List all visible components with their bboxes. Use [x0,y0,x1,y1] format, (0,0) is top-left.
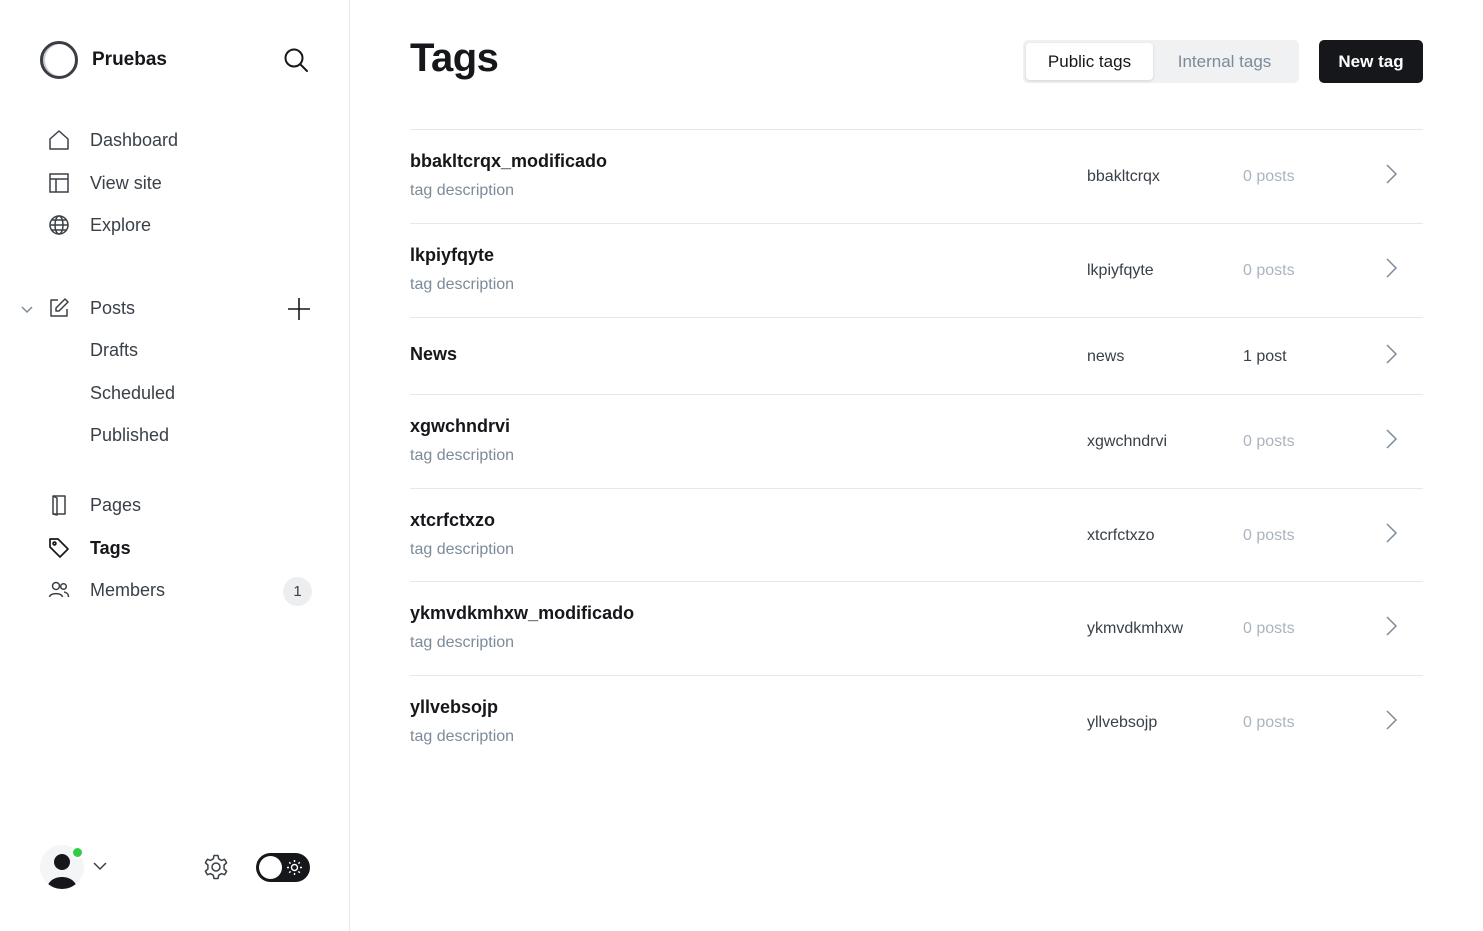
chevron-down-icon[interactable] [18,300,36,318]
tag-row[interactable]: yllvebsojp tag description yllvebsojp 0 … [410,675,1423,769]
user-menu-chevron-icon[interactable] [92,858,108,874]
chevron-right-icon [1380,257,1402,279]
nav-posts[interactable]: Posts [46,291,135,325]
nav-dashboard-label: Dashboard [90,129,179,150]
tag-post-count: 0 posts [1243,168,1295,185]
tag-description: tag description [410,634,515,651]
sidebar: Pruebas Dashboard View site Explore Post… [0,0,350,931]
tab-internal-tags[interactable]: Internal tags [1153,43,1296,80]
tag-description: tag description [410,447,515,464]
tag-description: tag description [410,728,515,745]
members-count-badge: 1 [283,577,312,606]
page-icon [46,492,72,518]
theme-toggle[interactable] [256,853,310,882]
tag-post-count: 0 posts [1243,620,1295,637]
nav-view-site-label: View site [90,172,162,193]
tag-row[interactable]: bbakltcrqx_modificado tag description bb… [410,129,1423,223]
tag-post-count: 0 posts [1243,714,1295,731]
page-title: Tags [410,36,499,80]
nav-posts-label: Posts [90,297,136,318]
tag-row[interactable]: xtcrfctxzo tag description xtcrfctxzo 0 … [410,488,1423,581]
theme-toggle-knob [259,856,282,879]
brand-name: Pruebas [92,49,167,70]
nav-pages[interactable]: Pages [46,488,141,522]
online-status-dot [71,846,84,859]
gear-icon[interactable] [202,853,230,881]
members-icon [46,577,72,603]
edit-icon [46,295,72,321]
brand[interactable]: Pruebas [40,40,167,80]
tag-description: tag description [410,182,515,199]
tag-name: News [410,344,458,364]
chevron-right-icon [1380,428,1402,450]
tag-post-count: 0 posts [1243,527,1295,544]
nav-members-label: Members [90,579,166,600]
nav-members[interactable]: Members [46,573,165,607]
nav-explore[interactable]: Explore [46,208,151,242]
tag-slug: bbakltcrqx [1087,168,1160,185]
tag-row[interactable]: ykmvdkmhxw_modificado tag description yk… [410,581,1423,675]
nav-drafts[interactable]: Drafts [90,333,138,367]
chevron-right-icon [1380,343,1402,365]
tag-name: xtcrfctxzo [410,510,496,530]
nav-pages-label: Pages [90,494,142,515]
tag-slug: xgwchndrvi [1087,433,1168,450]
tag-name: bbakltcrqx_modificado [410,151,608,171]
nav-published[interactable]: Published [90,418,169,452]
tag-icon [46,535,72,561]
tag-name: yllvebsojp [410,697,499,717]
tag-description: tag description [410,541,515,558]
nav-explore-label: Explore [90,214,152,235]
new-tag-button[interactable]: New tag [1319,40,1423,83]
tag-slug: yllvebsojp [1087,714,1158,731]
chevron-right-icon [1380,615,1402,637]
tag-slug: lkpiyfqyte [1087,262,1154,279]
sun-icon [286,859,303,876]
tag-slug: news [1087,348,1125,365]
tag-type-toggle: Public tags Internal tags [1023,40,1299,83]
tab-public-tags[interactable]: Public tags [1026,43,1153,80]
tag-slug: ykmvdkmhxw [1087,620,1184,637]
brand-logo [40,41,78,79]
chevron-right-icon [1380,522,1402,544]
tag-row[interactable]: xgwchndrvi tag description xgwchndrvi 0 … [410,394,1423,488]
chevron-right-icon [1380,709,1402,731]
tag-description: tag description [410,276,515,293]
tag-post-count: 0 posts [1243,433,1295,450]
globe-icon [46,212,72,238]
chevron-right-icon [1380,163,1402,185]
nav-view-site[interactable]: View site [46,166,162,200]
tag-post-count: 1 post [1243,348,1287,365]
tag-name: ykmvdkmhxw_modificado [410,603,635,623]
nav-dashboard[interactable]: Dashboard [46,123,178,157]
add-post-button[interactable] [285,295,313,323]
home-icon [46,127,72,153]
tag-post-count: 0 posts [1243,262,1295,279]
nav-scheduled[interactable]: Scheduled [90,376,175,410]
tag-slug: xtcrfctxzo [1087,527,1155,544]
nav-tags-label: Tags [90,537,131,558]
tag-name: lkpiyfqyte [410,245,495,265]
search-icon[interactable] [282,46,310,74]
tag-name: xgwchndrvi [410,416,511,436]
layout-icon [46,170,72,196]
tag-row[interactable]: lkpiyfqyte tag description lkpiyfqyte 0 … [410,223,1423,317]
tag-row[interactable]: News news 1 post [410,317,1423,394]
nav-tags[interactable]: Tags [46,531,131,565]
